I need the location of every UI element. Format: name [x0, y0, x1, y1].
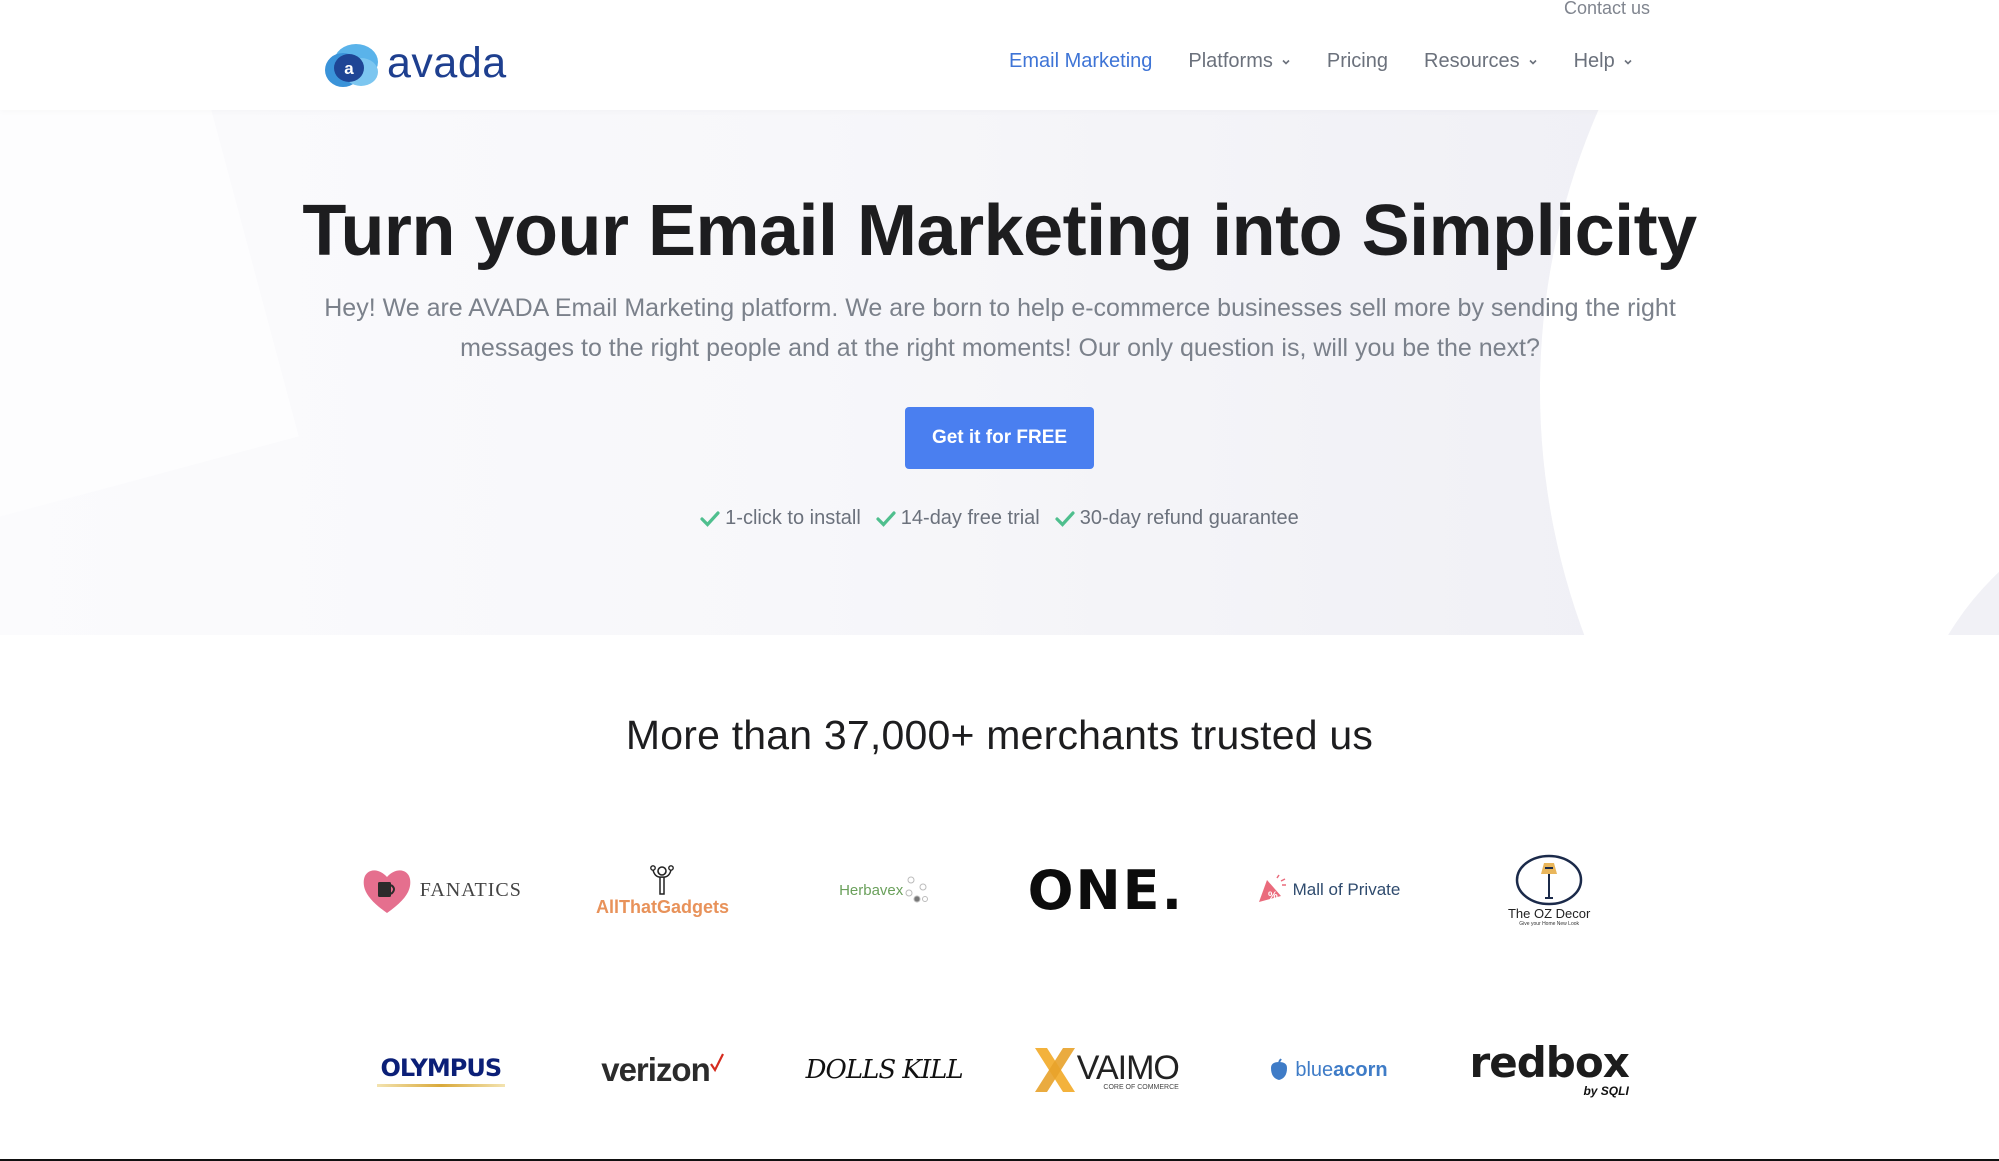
brand-name: The OZ Decor [1507, 905, 1591, 921]
main-nav: Email Marketing Platforms Pricing Resour… [1009, 50, 1633, 73]
chevron-down-icon [1282, 59, 1290, 65]
brand-name: OLYMPUS [380, 1053, 503, 1082]
brand-logo-redbox: redbox by SQLI [1469, 1030, 1630, 1110]
brand-logo-dolls-kill: DOLLS KILL [805, 1030, 964, 1110]
contact-us-link[interactable]: Contact us [1564, 0, 1650, 19]
merchant-logos-row: FANATICS AllThatGadgets Herbavex ONE. % [330, 850, 1660, 930]
olympus-underline [376, 1083, 505, 1087]
feature-item: 1-click to install [700, 507, 861, 530]
nav-label: Platforms [1188, 50, 1273, 72]
acorn-icon [1271, 1058, 1288, 1080]
merchant-logos-row: OLYMPUS verizon DOLLS KILL VAIMO CORE OF… [330, 1030, 1660, 1105]
feature-list: 1-click to install 14-day free trial 30-… [0, 507, 1999, 530]
nav-label: Pricing [1326, 50, 1388, 72]
site-header: Contact us a avada Email Marketing Platf… [0, 0, 1999, 110]
brand-tagline: CORE OF COMMERCE [1103, 1084, 1179, 1091]
logo-letter: a [344, 59, 354, 78]
feature-item: 30-day refund guarantee [1055, 507, 1299, 530]
megaphone-icon: % [1258, 874, 1286, 902]
avada-logo[interactable]: a avada [323, 40, 507, 90]
logo-text: avada [387, 38, 507, 87]
brand-logo-herbavex: Herbavex [839, 850, 929, 930]
chevron-down-icon [1624, 59, 1632, 65]
brand-name: AllThatGadgets [595, 896, 729, 917]
brand-name: FANATICS [419, 878, 522, 901]
nav-label: Resources [1424, 50, 1520, 72]
vaimo-text: VAIMO CORE OF COMMERCE [1076, 1049, 1180, 1091]
brand-name: blueacorn [1295, 1059, 1387, 1082]
brand-name: redbox [1469, 1038, 1630, 1087]
svg-text:%: % [1268, 890, 1278, 902]
hero-section: Turn your Email Marketing into Simplicit… [0, 110, 1999, 635]
feature-label: 14-day free trial [900, 507, 1040, 529]
nav-email-marketing[interactable]: Email Marketing [1009, 50, 1152, 73]
brand-logo-mall-of-private: % Mall of Private [1255, 850, 1401, 930]
brand-logo-fanatics: FANATICS [360, 850, 522, 930]
merchants-title: More than 37,000+ merchants trusted us [625, 712, 1374, 758]
brand-name: verizon [601, 1051, 711, 1088]
check-icon [700, 510, 720, 527]
heart-mug-icon [363, 870, 411, 913]
brand-logo-blue-acorn: blueacorn [1267, 1030, 1388, 1110]
lamp-icon [1515, 854, 1583, 905]
hero-title: Turn your Email Marketing into Simplicit… [302, 191, 1697, 271]
hero-bg-shape [0, 110, 299, 566]
get-it-free-button[interactable]: Get it for FREE [905, 407, 1094, 469]
vaimo-x-icon [1034, 1048, 1075, 1092]
brand-name-part: acorn [1333, 1058, 1388, 1081]
hero-bg-swoosh [1540, 110, 1999, 635]
brand-name: DOLLS KILL [805, 1055, 964, 1085]
molecule-icon [905, 876, 929, 903]
brand-name: VAIMO [1076, 1049, 1180, 1087]
nav-resources[interactable]: Resources [1424, 50, 1538, 73]
feature-label: 1-click to install [725, 507, 861, 529]
check-icon [876, 510, 896, 527]
gadget-icon [650, 864, 675, 895]
nav-pricing[interactable]: Pricing [1327, 50, 1388, 73]
chevron-down-icon [1529, 59, 1537, 65]
brand-logo-vaimo: VAIMO CORE OF COMMERCE [1033, 1030, 1180, 1110]
brand-name: Herbavex [839, 881, 904, 899]
brand-tagline: Give your Home New Look [1519, 920, 1580, 927]
nav-platforms[interactable]: Platforms [1188, 50, 1290, 73]
brand-name: ONE. [1027, 858, 1185, 922]
brand-name-part: blue [1295, 1058, 1334, 1081]
hero-subtitle: Hey! We are AVADA Email Marketing platfo… [324, 294, 1676, 362]
avada-cloud-icon: a [323, 40, 381, 90]
brand-logo-verizon: verizon [601, 1030, 724, 1110]
brand-name: Mall of Private [1292, 880, 1401, 899]
nav-label: Help [1573, 50, 1615, 72]
check-icon [1055, 510, 1075, 527]
checkmark-icon [709, 1053, 724, 1073]
feature-item: 14-day free trial [876, 507, 1040, 530]
nav-help[interactable]: Help [1574, 50, 1633, 73]
brand-logo-allthatgadgets: AllThatGadgets [596, 850, 729, 930]
nav-label: Email Marketing [1009, 50, 1153, 72]
brand-logo-olympus: OLYMPUS [376, 1030, 505, 1110]
feature-label: 30-day refund guarantee [1079, 507, 1299, 529]
brand-tagline: by SQLI [1583, 1084, 1629, 1098]
brand-logo-oz-decor: The OZ Decor Give your Home New Look [1508, 850, 1590, 930]
brand-logo-one: ONE. [1028, 850, 1185, 930]
